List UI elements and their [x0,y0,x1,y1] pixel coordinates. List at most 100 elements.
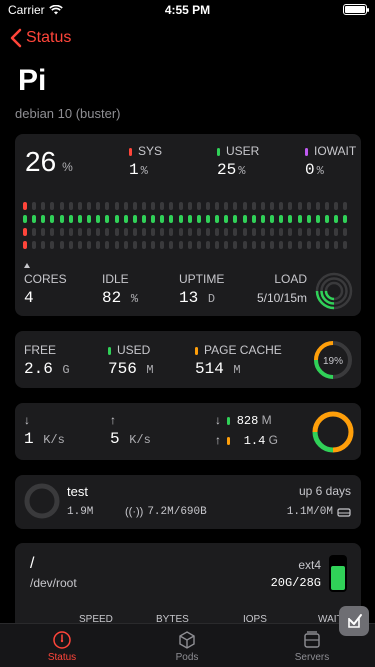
core-bar-segment [196,228,201,236]
core-bar-segment [187,228,192,236]
chevron-left-icon [10,28,22,48]
network-ring [312,411,354,453]
load-value: 5/10/15m [256,291,307,305]
core-bar-segment [306,215,311,223]
pod-storage-value: 1.1M/0M [286,506,333,518]
core-bar-column [224,202,229,250]
back-button[interactable]: Status [10,28,71,48]
cores-label: CORES [24,272,67,286]
core-bar-segment [334,241,339,249]
core-bar-segment [132,215,137,223]
core-bar-segment [206,202,210,210]
sys-unit: % [140,164,148,178]
status-bar: Carrier 4:55 PM [0,0,375,20]
pod-card[interactable]: test up 6 days 1.9M ((·)) 7.2M/690B 1.1M… [15,475,361,529]
core-bar-segment [96,241,101,249]
core-bar-segment [260,241,265,249]
disk-fstype: ext4 [298,558,321,572]
pod-network-value: 7.2M/690B [147,506,207,518]
app-badge-icon[interactable] [339,606,369,636]
core-bar-segment [297,202,302,210]
core-bar-segment [169,228,174,236]
mem-used: USED 756 M [108,343,154,378]
core-bar-segment [132,228,137,236]
core-bar-segment [315,241,320,249]
core-bar-segment [196,241,201,249]
core-bar-segment [270,228,275,236]
core-bar-segment [105,228,110,236]
core-bar-segment [251,228,256,236]
tab-servers[interactable]: Servers [272,630,352,663]
core-bar-segment [315,215,320,223]
checkmark-box-icon [348,614,362,628]
uptime-label: UPTIME [179,272,225,286]
core-bar-segment [279,215,284,223]
memory-ring-label: 19% [323,356,343,367]
core-bar-segment [41,241,46,249]
memory-card[interactable]: FREE 2.6 G USED 756 M PAGE CACHE 514 M 1… [15,331,361,388]
core-bar-segment [288,215,293,223]
cpu-total-unit: % [62,160,73,174]
used-unit: M [146,363,154,377]
core-bar-segment [32,202,37,210]
core-bar-segment [59,215,64,223]
core-bar-segment [169,241,174,249]
core-bar-segment [206,228,210,236]
core-bar-segment [224,241,229,249]
load-rings [315,272,353,310]
core-bar-segment [306,241,311,249]
sys-dot [129,148,132,156]
clock: 4:55 PM [164,3,211,17]
core-bar-segment [77,202,82,210]
core-bar-segment [334,215,339,223]
cpu-card[interactable]: 26% SYS 1% USER 25% IOWAIT 0% CORES 4 ID… [15,134,361,316]
core-bar-segment [50,241,55,249]
core-bar-column [279,202,284,250]
core-bar-column [32,202,37,250]
uptime-value: 13 [179,289,199,307]
core-bar-segment [123,228,128,236]
core-bar-segment [141,228,146,236]
core-bar-segment [151,228,156,236]
core-bar-segment [242,241,247,249]
core-bar-segment [96,202,101,210]
cpu-total-value: 26 [25,146,57,177]
user-value: 25 [217,161,237,179]
page-subtitle: debian 10 (buster) [15,106,121,121]
core-bar-segment [41,228,46,236]
core-bar-segment [297,241,302,249]
cpu-iowait: IOWAIT 0% [305,144,356,179]
core-bar-segment [233,228,238,236]
used-label: USED [117,343,151,357]
arrow-up-icon: ↑ [110,413,116,427]
load-label: LOAD [274,272,307,286]
core-bar-segment [251,215,256,223]
tab-pods[interactable]: Pods [147,630,227,663]
cpu-sys: SYS 1% [129,144,162,179]
core-bar-segment [178,241,183,249]
core-bar-column [87,202,92,250]
core-bar-column [23,202,27,250]
core-bar-segment [260,228,265,236]
disk-mount: / [30,555,35,572]
core-bar-segment [50,228,55,236]
tab-servers-label: Servers [294,652,330,663]
core-bar-column [151,202,156,250]
core-bar-segment [242,228,247,236]
total-up-arrow-icon: ↑ [215,433,221,447]
core-bar-column [343,202,348,250]
network-card[interactable]: ↓ 1 K/s ↑ 5 K/s ↓ 828 M ↑ 1.4 G [15,403,361,460]
core-bar-column [123,202,128,250]
down-unit: K/s [43,433,65,447]
core-bar-segment [169,202,174,210]
tab-status[interactable]: Status [22,630,102,663]
net-total-up: ↑ 1.4 G [215,433,278,448]
total-down-value: 828 [236,414,259,428]
core-bar-segment [105,215,110,223]
up-unit: K/s [129,433,151,447]
core-bar-segment [123,215,128,223]
used-value: 756 [108,360,137,378]
total-down-unit: M [261,413,272,427]
core-bar-segment [132,241,137,249]
core-bar-column [260,202,265,250]
